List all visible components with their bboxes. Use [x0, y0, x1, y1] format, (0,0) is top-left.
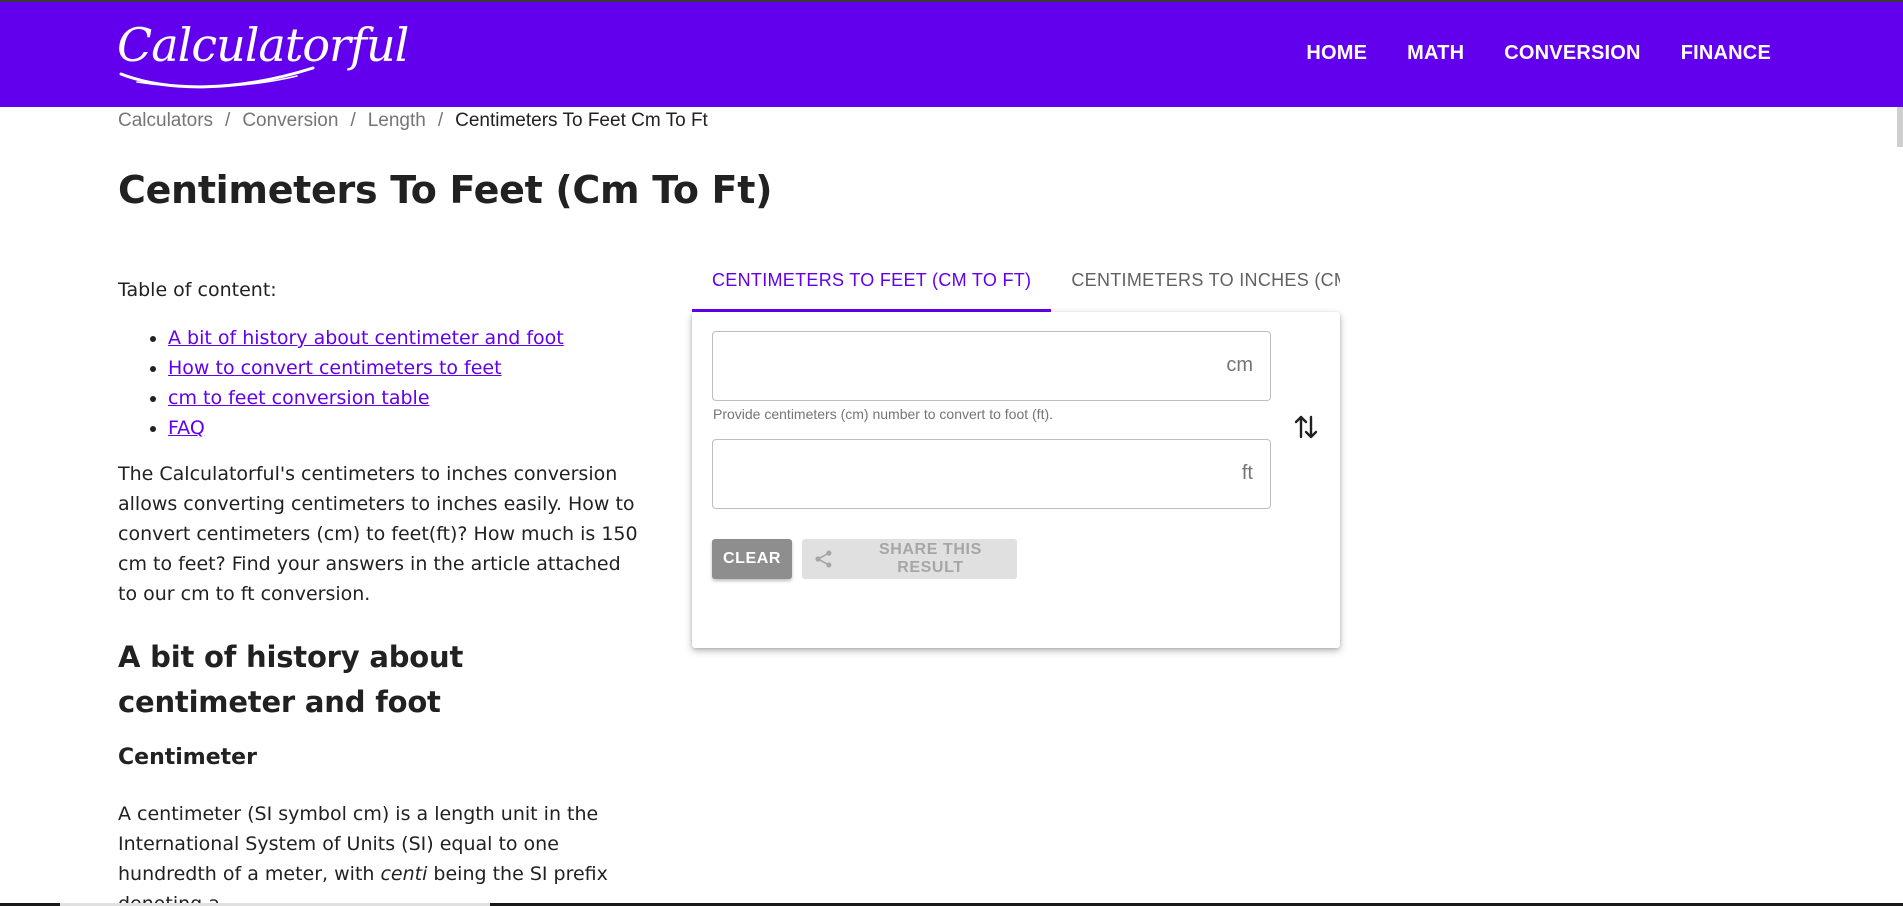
toc-link-faq[interactable]: FAQ — [168, 417, 205, 439]
breadcrumb-item[interactable]: Length — [368, 110, 426, 132]
toc-item: How to convert centimeters to feet — [168, 353, 638, 383]
site-header: Calculatorful HOME MATH CONVERSION FINAN… — [0, 0, 1903, 107]
main-nav: HOME MATH CONVERSION FINANCE — [1306, 42, 1771, 65]
breadcrumb-item[interactable]: Calculators — [118, 110, 213, 132]
breadcrumb-item[interactable]: Conversion — [242, 110, 338, 132]
body-text-emphasis: centi — [380, 863, 428, 885]
table-of-contents: A bit of history about centimeter and fo… — [118, 323, 638, 443]
toc-link-conversion-table[interactable]: cm to feet conversion table — [168, 387, 430, 409]
section-heading: A bit of history about centimeter and fo… — [118, 640, 464, 719]
vertical-scrollbar[interactable] — [1897, 107, 1903, 147]
cm-input[interactable] — [727, 350, 1207, 382]
page-title: Centimeters To Feet (Cm To Ft) — [118, 168, 773, 212]
ft-unit-label: ft — [1241, 462, 1253, 484]
cm-input-field[interactable]: cm — [712, 331, 1271, 401]
nav-home[interactable]: HOME — [1306, 42, 1367, 65]
swap-units-icon[interactable] — [1293, 412, 1319, 442]
toc-link-history[interactable]: A bit of history about centimeter and fo… — [168, 327, 564, 349]
share-icon — [815, 550, 832, 568]
toc-item: cm to feet conversion table — [168, 383, 638, 413]
sub-heading: Centimeter — [118, 745, 257, 770]
toc-link-how-to-convert[interactable]: How to convert centimeters to feet — [168, 357, 502, 379]
logo-swoosh-icon — [119, 66, 315, 89]
tab-cm-to-inches[interactable]: CENTIMETERS TO INCHES (CM TO — [1051, 262, 1340, 312]
breadcrumb-separator: / — [350, 110, 356, 131]
tab-cm-to-ft[interactable]: CENTIMETERS TO FEET (CM TO FT) — [692, 262, 1052, 312]
intro-paragraph: The Calculatorful's centimeters to inche… — [118, 463, 638, 605]
toc-label: Table of content: — [118, 279, 277, 301]
body-paragraph: A centimeter (SI symbol cm) is a length … — [118, 799, 638, 906]
breadcrumb-separator: / — [437, 110, 444, 131]
breadcrumb-current: Centimeters To Feet Cm To Ft — [455, 110, 708, 131]
cm-unit-label: cm — [1226, 354, 1253, 376]
cm-input-hint: Provide centimeters (cm) number to conve… — [713, 406, 1054, 422]
breadcrumb-separator: / — [225, 110, 231, 131]
nav-math[interactable]: MATH — [1407, 42, 1464, 65]
share-button-label: SHARE THIS RESULT — [878, 541, 982, 576]
toc-item: A bit of history about centimeter and fo… — [168, 323, 638, 353]
clear-button[interactable]: CLEAR — [712, 539, 792, 579]
site-logo[interactable]: Calculatorful — [117, 18, 409, 90]
nav-finance[interactable]: FINANCE — [1681, 42, 1771, 65]
nav-conversion[interactable]: CONVERSION — [1504, 42, 1640, 65]
share-result-button[interactable]: SHARE THIS RESULT — [802, 539, 1017, 579]
breadcrumb: Calculators / Conversion / Length / Cent… — [118, 110, 708, 132]
toc-item: FAQ — [168, 413, 638, 443]
ft-input[interactable] — [727, 458, 1207, 490]
converter-card: cm Provide centimeters (cm) number to co… — [692, 312, 1340, 648]
converter-tabs: CENTIMETERS TO FEET (CM TO FT) CENTIMETE… — [692, 262, 1340, 312]
ft-output-field[interactable]: ft — [712, 439, 1271, 509]
article-content: Table of content: A bit of history about… — [118, 275, 638, 906]
